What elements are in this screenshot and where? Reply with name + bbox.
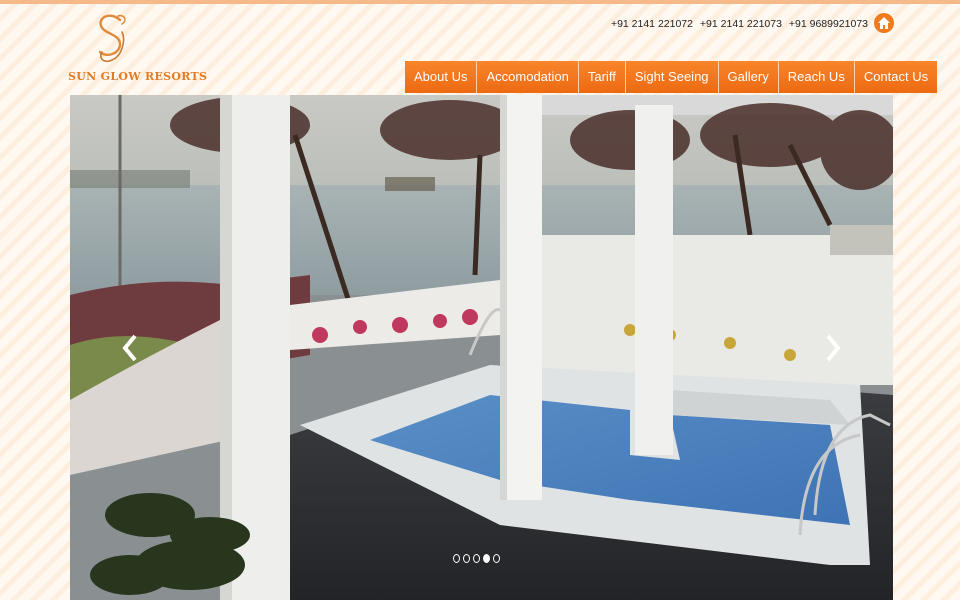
nav-item-contact-us[interactable]: Contact Us xyxy=(853,61,938,93)
slider-dot[interactable] xyxy=(493,554,500,563)
brand-name: SUN GLOW RESORTS xyxy=(68,70,208,83)
contact-phones: +91 2141 221072 +91 2141 221073 +91 9689… xyxy=(607,18,868,30)
phone-number: +91 2141 221072 xyxy=(610,18,693,30)
nav-item-about-us[interactable]: About Us xyxy=(405,61,477,93)
nav-item-tariff[interactable]: Tariff xyxy=(577,61,625,93)
slider-next-chevron-right-icon[interactable] xyxy=(823,333,843,363)
nav-item-gallery[interactable]: Gallery xyxy=(717,61,778,93)
monogram-logo-icon xyxy=(98,14,126,63)
slider-pagination xyxy=(453,554,500,563)
nav-item-reach-us[interactable]: Reach Us xyxy=(777,61,854,93)
site-logo[interactable]: SUN GLOW RESORTS xyxy=(68,10,208,86)
main-nav: About Us Accomodation Tariff Sight Seein… xyxy=(405,61,938,93)
slider-dot[interactable] xyxy=(473,554,480,563)
slide-image-pool xyxy=(70,95,893,600)
hero-slider[interactable] xyxy=(70,95,893,600)
home-icon[interactable] xyxy=(874,13,894,33)
slider-dot[interactable] xyxy=(453,554,460,563)
top-accent-strip xyxy=(0,0,960,4)
phone-number: +91 9689921073 xyxy=(788,18,868,30)
slider-prev-chevron-left-icon[interactable] xyxy=(120,333,140,363)
slider-dot[interactable] xyxy=(463,554,470,563)
slider-dot[interactable] xyxy=(483,554,490,563)
nav-item-accomodation[interactable]: Accomodation xyxy=(476,61,578,93)
phone-number: +91 2141 221073 xyxy=(699,18,782,30)
nav-item-sight-seeing[interactable]: Sight Seeing xyxy=(624,61,718,93)
